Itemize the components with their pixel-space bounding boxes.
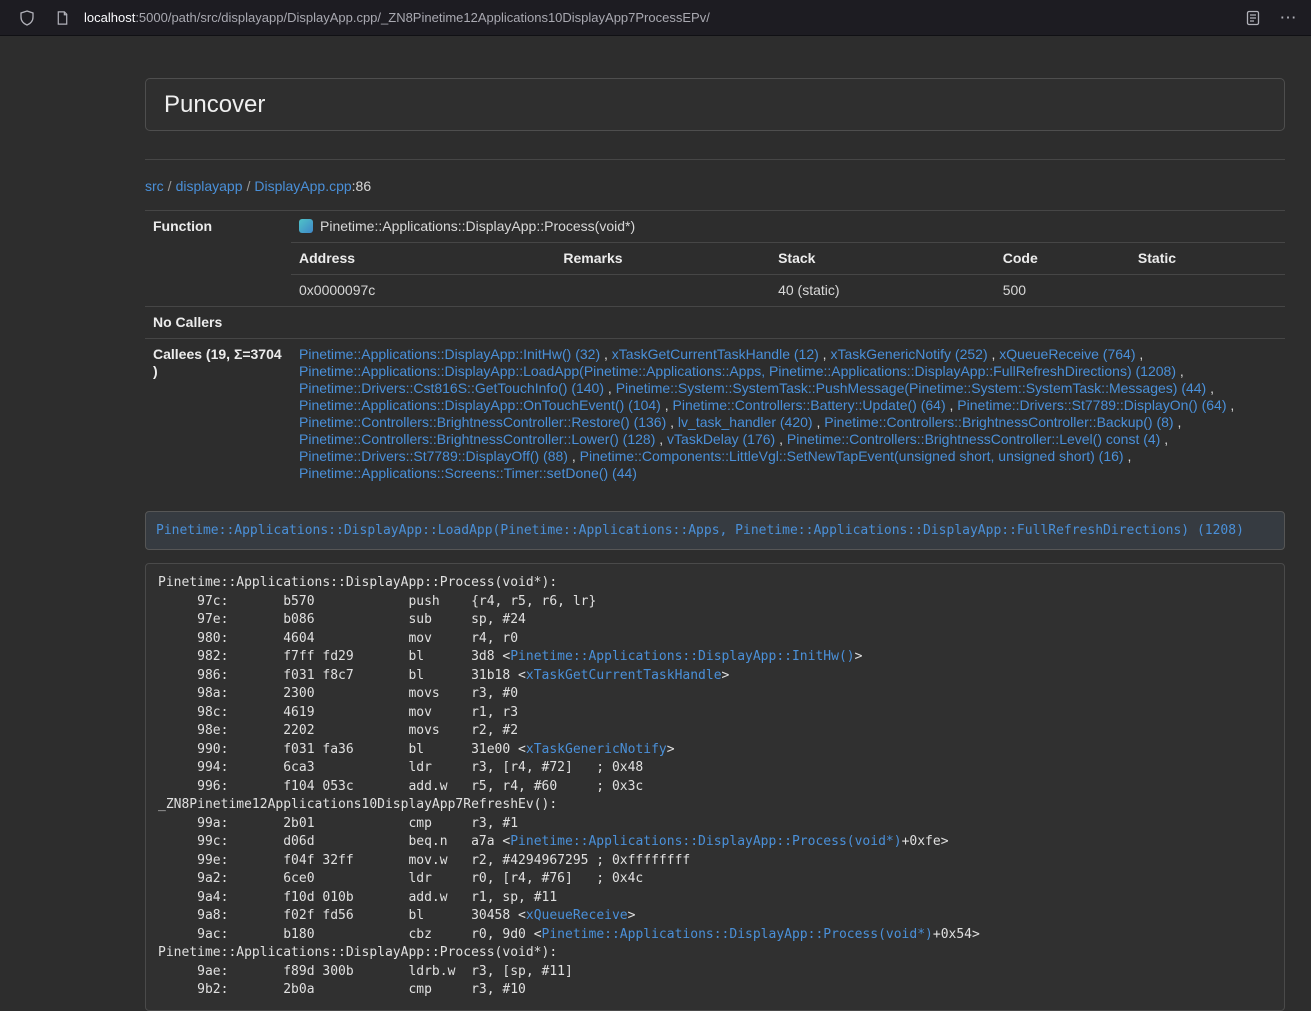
url-text[interactable]: localhost:5000/path/src/displayapp/Displ… bbox=[84, 10, 1231, 25]
callee-link[interactable]: xTaskGetCurrentTaskHandle (12) bbox=[612, 346, 819, 362]
code-symbol-link[interactable]: xTaskGetCurrentTaskHandle bbox=[526, 668, 722, 683]
function-row: Function Pinetime::Applications::Display… bbox=[145, 211, 1285, 243]
disassembly-code-block: Pinetime::Applications::DisplayApp::Proc… bbox=[145, 563, 1285, 1011]
url-path: :5000/path/src/displayapp/DisplayApp.cpp… bbox=[135, 10, 710, 25]
breadcrumb-separator: / bbox=[247, 178, 251, 194]
shield-icon-svg bbox=[19, 10, 35, 26]
code-size-value: 500 bbox=[995, 275, 1130, 307]
callee-link[interactable]: Pinetime::Controllers::BrightnessControl… bbox=[787, 431, 1160, 447]
function-stats-row: Address Remarks Stack Code Static 0x0000… bbox=[145, 243, 1285, 307]
code-symbol-link[interactable]: Pinetime::Applications::DisplayApp::Init… bbox=[510, 649, 854, 664]
reader-icon-svg bbox=[1245, 10, 1261, 26]
stats-table: Address Remarks Stack Code Static 0x0000… bbox=[291, 243, 1285, 306]
code-symbol-link[interactable]: Pinetime::Applications::DisplayApp::Proc… bbox=[510, 834, 901, 849]
callee-link[interactable]: xQueueReceive (764) bbox=[999, 346, 1135, 362]
callee-link[interactable]: Pinetime::Drivers::St7789::DisplayOn() (… bbox=[957, 397, 1226, 413]
page-info-icon[interactable] bbox=[49, 5, 75, 31]
more-options-icon[interactable]: ⋯ bbox=[1275, 5, 1301, 31]
app-title-panel: Puncover bbox=[145, 78, 1285, 131]
callee-link[interactable]: Pinetime::Drivers::Cst816S::GetTouchInfo… bbox=[299, 380, 604, 396]
remarks-value bbox=[555, 275, 770, 307]
callee-link[interactable]: Pinetime::Controllers::BrightnessControl… bbox=[299, 431, 655, 447]
browser-url-bar: localhost:5000/path/src/displayapp/Displ… bbox=[0, 0, 1311, 36]
column-stack: Stack bbox=[770, 243, 995, 275]
more-options-glyph: ⋯ bbox=[1280, 9, 1297, 26]
no-callers-label: No Callers bbox=[145, 307, 291, 339]
callee-link[interactable]: Pinetime::Drivers::St7789::DisplayOff() … bbox=[299, 448, 568, 464]
callee-link[interactable]: Pinetime::Controllers::BrightnessControl… bbox=[299, 414, 666, 430]
symbol-type-icon bbox=[299, 219, 313, 233]
code-symbol-link[interactable]: xQueueReceive bbox=[526, 908, 628, 923]
breadcrumb-separator: / bbox=[168, 178, 172, 194]
static-value bbox=[1130, 275, 1285, 307]
url-domain: localhost bbox=[84, 10, 135, 25]
column-static: Static bbox=[1130, 243, 1285, 275]
address-value: 0x0000097c bbox=[291, 275, 555, 307]
breadcrumb-link-displayapp[interactable]: displayapp bbox=[176, 178, 243, 194]
code-symbol-link[interactable]: xTaskGenericNotify bbox=[526, 742, 667, 757]
breadcrumb-line-number: :86 bbox=[352, 178, 371, 194]
column-remarks: Remarks bbox=[555, 243, 770, 275]
highlighted-callee-panel: Pinetime::Applications::DisplayApp::Load… bbox=[145, 511, 1285, 550]
callees-list: Pinetime::Applications::DisplayApp::Init… bbox=[291, 339, 1285, 490]
breadcrumb-link-file[interactable]: DisplayApp.cpp bbox=[254, 178, 351, 194]
function-label: Function bbox=[145, 211, 291, 307]
shield-icon[interactable] bbox=[14, 5, 40, 31]
callee-link[interactable]: Pinetime::Controllers::BrightnessControl… bbox=[824, 414, 1173, 430]
callee-link[interactable]: Pinetime::Applications::DisplayApp::Init… bbox=[299, 346, 600, 362]
page-icon-svg bbox=[55, 10, 70, 26]
stack-value: 40 (static) bbox=[770, 275, 995, 307]
callers-row: No Callers bbox=[145, 307, 1285, 339]
page-title: Puncover bbox=[164, 91, 1266, 118]
callee-link[interactable]: Pinetime::Applications::DisplayApp::OnTo… bbox=[299, 397, 661, 413]
stats-header-row: Address Remarks Stack Code Static bbox=[291, 243, 1285, 275]
function-name: Pinetime::Applications::DisplayApp::Proc… bbox=[320, 218, 635, 234]
callee-link[interactable]: Pinetime::Applications::Screens::Timer::… bbox=[299, 465, 637, 481]
callee-link[interactable]: lv_task_handler (420) bbox=[678, 414, 813, 430]
callee-link[interactable]: vTaskDelay (176) bbox=[667, 431, 775, 447]
callee-link[interactable]: Pinetime::System::SystemTask::PushMessag… bbox=[616, 380, 1207, 396]
page-container: Puncover src/displayapp/DisplayApp.cpp:8… bbox=[145, 36, 1285, 1011]
breadcrumb-link-src[interactable]: src bbox=[145, 178, 164, 194]
function-table: Function Pinetime::Applications::Display… bbox=[145, 210, 1285, 489]
callee-link[interactable]: Pinetime::Applications::DisplayApp::Load… bbox=[299, 363, 1176, 379]
callee-link[interactable]: Pinetime::Components::LittleVgl::SetNewT… bbox=[580, 448, 1124, 464]
highlighted-symbol-link[interactable]: Pinetime::Applications::DisplayApp::Load… bbox=[156, 523, 1244, 538]
breadcrumb: src/displayapp/DisplayApp.cpp:86 bbox=[145, 176, 1285, 196]
callees-row: Callees (19, Σ=3704 ) Pinetime::Applicat… bbox=[145, 339, 1285, 490]
callee-link[interactable]: xTaskGenericNotify (252) bbox=[830, 346, 987, 362]
header-divider bbox=[145, 159, 1285, 160]
function-name-cell: Pinetime::Applications::DisplayApp::Proc… bbox=[291, 211, 1285, 243]
code-symbol-link[interactable]: Pinetime::Applications::DisplayApp::Proc… bbox=[542, 927, 933, 942]
column-code: Code bbox=[995, 243, 1130, 275]
callee-link[interactable]: Pinetime::Controllers::Battery::Update()… bbox=[673, 397, 946, 413]
stats-subtable-cell: Address Remarks Stack Code Static 0x0000… bbox=[291, 243, 1285, 307]
reader-mode-icon[interactable] bbox=[1240, 5, 1266, 31]
callees-label: Callees (19, Σ=3704 ) bbox=[145, 339, 291, 490]
stats-data-row: 0x0000097c 40 (static) 500 bbox=[291, 275, 1285, 307]
column-address: Address bbox=[291, 243, 555, 275]
callers-cell bbox=[291, 307, 1285, 339]
